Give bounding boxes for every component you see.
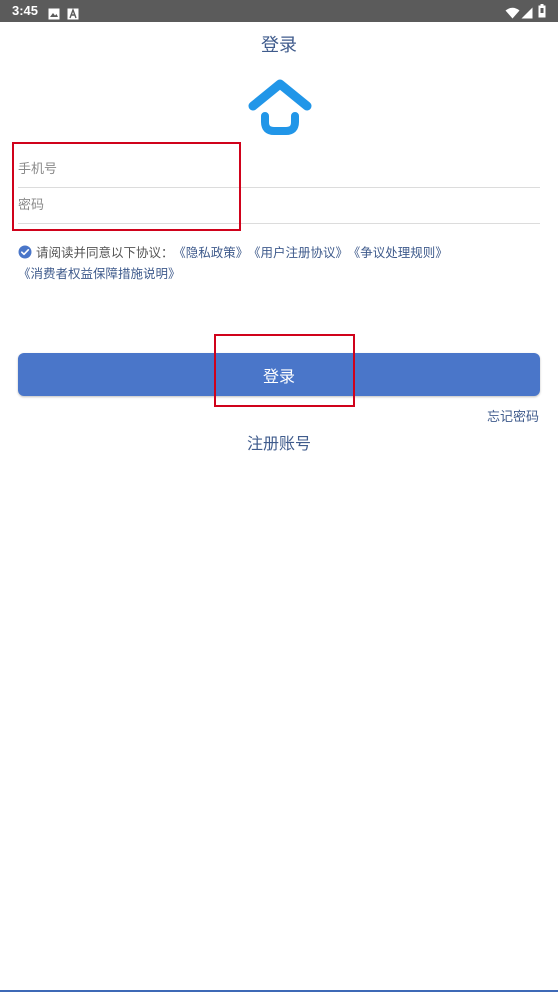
- agreement-block: 请阅读并同意以下协议： 《隐私政策》 《用户注册协议》 《争议处理规则》《消费者权益保…: [18, 242, 538, 284]
- forgot-password-link[interactable]: 忘记密码: [487, 406, 539, 425]
- agreement-checkbox[interactable]: [18, 244, 32, 259]
- status-time: 3:45: [12, 3, 39, 18]
- login-screen: 3:45 登录 请: [0, 0, 558, 992]
- signal-icon: [521, 4, 533, 23]
- image-icon: [48, 5, 60, 24]
- password-input[interactable]: [18, 188, 540, 223]
- login-button[interactable]: 登录: [18, 353, 540, 396]
- dispute-rules-link[interactable]: 《争议处理规则》: [354, 245, 448, 260]
- register-link[interactable]: 注册账号: [0, 430, 558, 454]
- privacy-policy-link[interactable]: 《隐私政策》: [180, 245, 249, 260]
- status-bar: 3:45: [0, 0, 558, 22]
- consumer-rights-link[interactable]: 《消费者权益保障措施说明》: [18, 266, 181, 281]
- phone-input[interactable]: [18, 152, 540, 187]
- password-field[interactable]: [18, 188, 540, 224]
- text-a-icon: [67, 5, 79, 24]
- battery-icon: [538, 3, 546, 22]
- agreement-prefix: 请阅读并同意以下协议：: [36, 245, 174, 260]
- phone-field[interactable]: [18, 152, 540, 188]
- page-title: 登录: [261, 35, 297, 56]
- wifi-icon: [505, 4, 520, 23]
- user-agreement-link[interactable]: 《用户注册协议》: [254, 245, 348, 260]
- house-smile-icon: [247, 78, 313, 136]
